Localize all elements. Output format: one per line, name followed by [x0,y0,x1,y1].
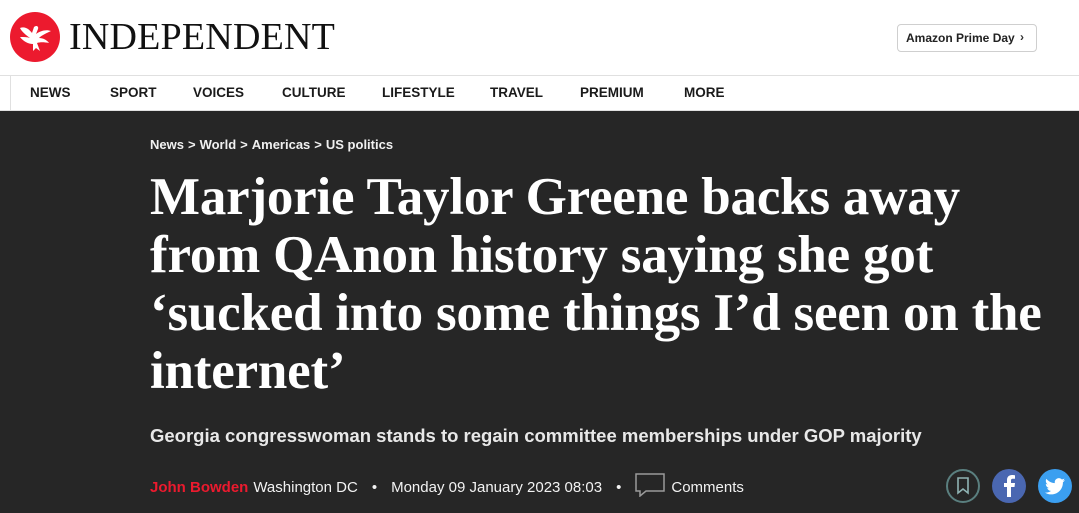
nav-item-travel[interactable]: TRAVEL [490,76,543,111]
comment-icon[interactable] [635,473,666,501]
breadcrumb: News > World > Americas > US politics [150,137,393,152]
nav-item-news[interactable]: NEWS [30,76,71,111]
facebook-share-button[interactable] [992,469,1026,503]
amazon-prime-day-label: Amazon Prime Day [906,31,1015,45]
brand-name: INDEPENDENT [69,16,336,58]
breadcrumb-separator: > [314,137,322,152]
article-standfirst: Georgia congresswoman stands to regain c… [150,425,922,446]
breadcrumb-news[interactable]: News [150,137,184,152]
nav-item-lifestyle[interactable]: LIFESTYLE [382,76,455,111]
site-header: INDEPENDENT Amazon Prime Day › [0,0,1079,76]
nav-item-more[interactable]: MORE [684,76,725,111]
article-hero: News > World > Americas > US politics Marjorie… [0,111,1079,513]
article-headline: Marjorie Taylor Greene backs away from Q… [150,168,1042,400]
nav-item-sport[interactable]: SPORT [110,76,157,111]
breadcrumb-americas[interactable]: Americas [252,137,311,152]
site-logo[interactable]: INDEPENDENT [10,12,335,62]
publish-date: Monday 09 January 2023 08:03 [391,478,603,496]
breadcrumb-us-politics[interactable]: US politics [326,137,393,152]
nav-divider [10,76,11,111]
bookmark-button[interactable] [946,469,980,503]
twitter-share-button[interactable] [1038,469,1072,503]
comments-link[interactable]: Comments [671,479,744,496]
nav-item-culture[interactable]: CULTURE [282,76,346,111]
author-location: Washington DC [253,478,358,496]
main-nav: NEWS SPORT VOICES CULTURE LIFESTYLE TRAV… [0,76,1079,111]
breadcrumb-separator: > [240,137,248,152]
breadcrumb-world[interactable]: World [200,137,237,152]
byline-separator: • [371,478,378,496]
byline-separator: • [616,478,622,496]
nav-item-premium[interactable]: PREMIUM [580,76,644,111]
facebook-icon [1004,475,1015,497]
breadcrumb-separator: > [187,137,196,152]
eagle-icon [10,12,60,62]
amazon-prime-day-button[interactable]: Amazon Prime Day › [897,24,1037,52]
author-link[interactable]: John Bowden [150,479,248,496]
chevron-right-icon: › [1020,30,1024,44]
nav-item-voices[interactable]: VOICES [193,76,244,111]
article-byline: John Bowden Washington DC • Monday 09 Ja… [150,473,744,501]
bookmark-icon [957,477,969,495]
twitter-icon [1045,477,1065,494]
